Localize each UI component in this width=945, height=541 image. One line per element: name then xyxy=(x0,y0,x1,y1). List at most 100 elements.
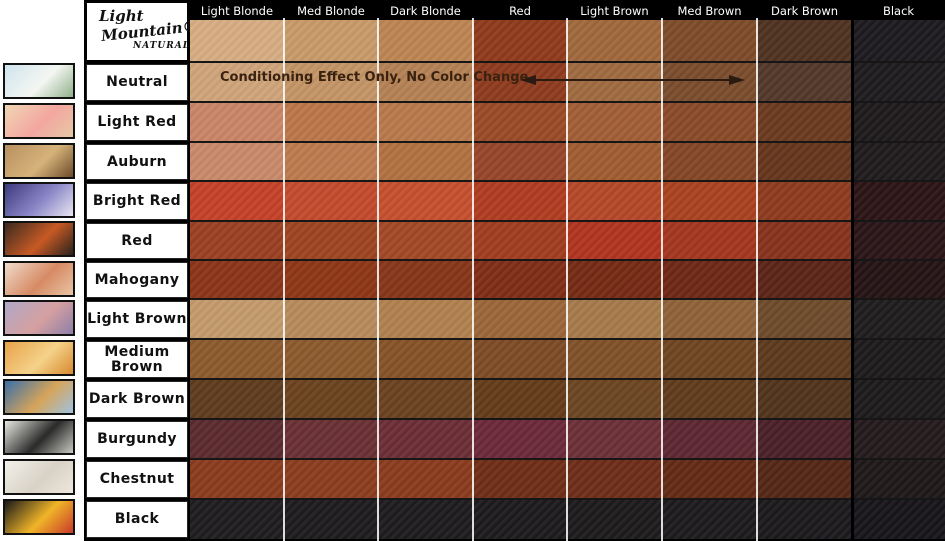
row-label-black: Black xyxy=(86,501,188,538)
toucan-thumbnail xyxy=(3,499,75,535)
swatch-medium-brown-on-med-blonde xyxy=(284,339,378,379)
swatch-black-on-med-blonde xyxy=(284,499,378,539)
column-header-light-brown: Light Brown xyxy=(580,4,649,18)
swatch-medium-brown-on-dark-blonde xyxy=(378,339,473,379)
swatch-auburn-on-light-blonde xyxy=(190,142,284,181)
column-divider xyxy=(283,18,285,541)
swatch-medium-brown-on-light-blonde xyxy=(190,339,284,379)
swatch-light-brown-on-dark-blonde xyxy=(378,299,473,339)
row-label-bright-red: Bright Red xyxy=(86,183,188,220)
swatch-dark-brown-on-dark-brown xyxy=(757,379,852,419)
swatch-red-on-med-blonde xyxy=(284,221,378,260)
swatch-medium-brown-on-black xyxy=(852,339,945,379)
animal-thumbnail-strip xyxy=(0,0,84,541)
egret-thumbnail xyxy=(3,63,75,99)
column-header-black: Black xyxy=(882,4,915,18)
cheetah-thumbnail xyxy=(3,143,75,179)
column-header-med-blonde: Med Blonde xyxy=(297,4,365,18)
column-header-med-brown: Med Brown xyxy=(677,4,742,18)
base-swatch-dark-blonde xyxy=(378,20,473,62)
swatch-chestnut-on-light-brown xyxy=(567,459,662,499)
elephant-thumbnail xyxy=(3,300,75,336)
swatch-light-red-on-black xyxy=(852,102,945,142)
row-label-mahogany: Mahogany xyxy=(86,262,188,298)
swatch-red-on-dark-blonde xyxy=(378,221,473,260)
swatch-black-on-light-brown xyxy=(567,499,662,539)
swatch-bright-red-on-med-blonde xyxy=(284,181,378,221)
swatch-dark-brown-on-med-blonde xyxy=(284,379,378,419)
row-label-red: Red xyxy=(86,223,188,259)
swatch-burgundy-on-med-blonde xyxy=(284,419,378,459)
swatch-burgundy-on-dark-brown xyxy=(757,419,852,459)
zebra-thumbnail xyxy=(3,419,75,455)
column-divider xyxy=(566,18,568,541)
swatch-light-red-on-dark-brown xyxy=(757,102,852,142)
swatch-light-brown-on-med-brown xyxy=(662,299,757,339)
base-swatch-dark-brown xyxy=(757,20,852,62)
swatch-medium-brown-on-med-brown xyxy=(662,339,757,379)
swatch-bright-red-on-light-blonde xyxy=(190,181,284,221)
swatch-light-red-on-light-blonde xyxy=(190,102,284,142)
swatch-mahogany-on-med-blonde xyxy=(284,260,378,299)
swatch-burgundy-on-red xyxy=(473,419,567,459)
swatch-light-red-on-dark-blonde xyxy=(378,102,473,142)
column-header-light-blonde: Light Blonde xyxy=(200,4,274,18)
swatch-chestnut-on-med-blonde xyxy=(284,459,378,499)
antelope-thumbnail xyxy=(3,340,75,376)
swatch-black-on-red xyxy=(473,499,567,539)
swatch-bright-red-on-dark-blonde xyxy=(378,181,473,221)
swatch-black-on-dark-blonde xyxy=(378,499,473,539)
swatch-light-red-on-med-brown xyxy=(662,102,757,142)
lion-thumbnail xyxy=(3,379,75,415)
swatch-light-brown-on-black xyxy=(852,299,945,339)
row-label-chestnut: Chestnut xyxy=(86,461,188,498)
swatch-chestnut-on-dark-brown xyxy=(757,459,852,499)
swatch-dark-brown-on-light-brown xyxy=(567,379,662,419)
base-swatch-black xyxy=(852,20,945,62)
column-header-red: Red xyxy=(509,4,531,18)
row-label-light-red: Light Red xyxy=(86,104,188,141)
swatch-dark-brown-on-dark-blonde xyxy=(378,379,473,419)
swatch-light-red-on-light-brown xyxy=(567,102,662,142)
logo-line-light: Light xyxy=(99,7,144,25)
swatch-medium-brown-on-light-brown xyxy=(567,339,662,379)
base-swatch-red xyxy=(473,20,567,62)
row-label-light-brown: Light Brown xyxy=(86,301,188,338)
logo-line-natural: NATURAL xyxy=(133,41,191,51)
swatch-mahogany-on-light-brown xyxy=(567,260,662,299)
swatch-dark-brown-on-red xyxy=(473,379,567,419)
base-swatch-med-brown xyxy=(662,20,757,62)
swatch-neutral-on-dark-brown xyxy=(757,62,852,102)
swatch-mahogany-on-med-brown xyxy=(662,260,757,299)
base-swatch-light-brown xyxy=(567,20,662,62)
wolf-thumbnail xyxy=(3,182,75,218)
swatch-black-on-light-blonde xyxy=(190,499,284,539)
swatch-chestnut-on-black xyxy=(852,459,945,499)
swatch-light-red-on-med-blonde xyxy=(284,102,378,142)
swatch-mahogany-on-dark-brown xyxy=(757,260,852,299)
swatch-red-on-black xyxy=(852,221,945,260)
swatch-bright-red-on-dark-brown xyxy=(757,181,852,221)
column-header-dark-brown: Dark Brown xyxy=(770,4,839,18)
swatch-red-on-light-brown xyxy=(567,221,662,260)
swatch-burgundy-on-light-brown xyxy=(567,419,662,459)
cockatoo-thumbnail xyxy=(3,103,75,139)
conditioning-note: Conditioning Effect Only, No Color Chang… xyxy=(220,70,529,85)
swatch-black-on-dark-brown xyxy=(757,499,852,539)
light-mountain-natural-logo: Light Mountain® NATURAL xyxy=(86,2,198,61)
row-label-medium-brown: Medium Brown xyxy=(86,341,188,378)
nautilus-thumbnail xyxy=(3,261,75,297)
base-swatch-light-blonde xyxy=(190,20,284,62)
swatch-medium-brown-on-dark-brown xyxy=(757,339,852,379)
swatch-burgundy-on-black xyxy=(852,419,945,459)
swatch-black-on-med-brown xyxy=(662,499,757,539)
swatch-chestnut-on-med-brown xyxy=(662,459,757,499)
swatch-light-red-on-red xyxy=(473,102,567,142)
row-label-auburn: Auburn xyxy=(86,144,188,180)
row-label-burgundy: Burgundy xyxy=(86,421,188,458)
swatch-dark-brown-on-med-brown xyxy=(662,379,757,419)
swatch-bright-red-on-red xyxy=(473,181,567,221)
swatch-light-brown-on-light-blonde xyxy=(190,299,284,339)
base-swatch-med-blonde xyxy=(284,20,378,62)
fox-thumbnail xyxy=(3,221,75,257)
